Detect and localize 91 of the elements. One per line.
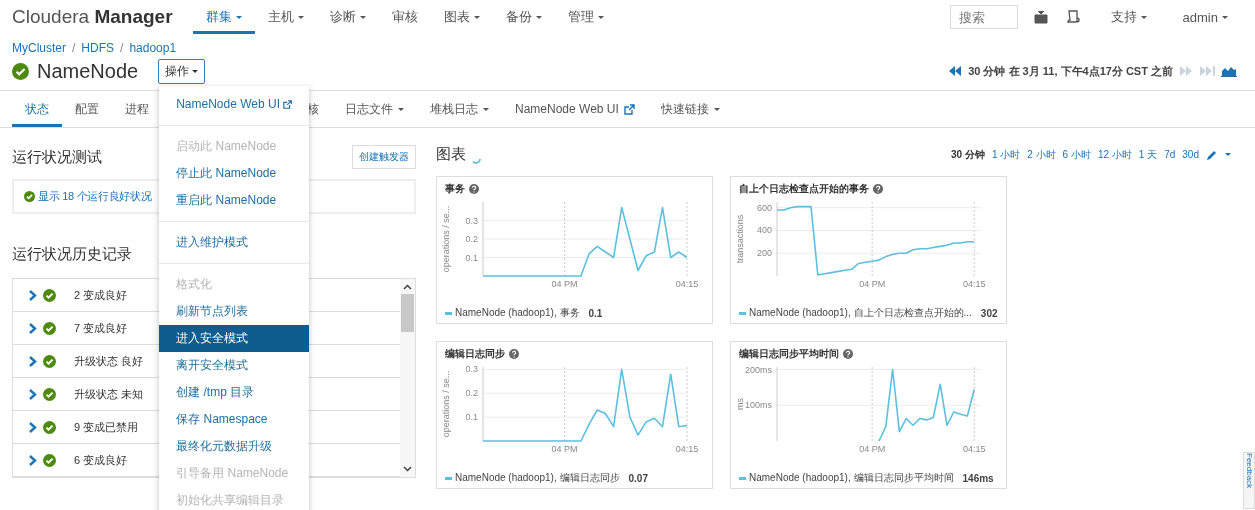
menu-item[interactable]: 保存 Namespace [159, 405, 310, 433]
section-heading: 图表 [436, 145, 466, 164]
breadcrumb-link[interactable]: hadoop1 [129, 41, 177, 56]
time-range-link[interactable]: 1 小时 [991, 147, 1021, 162]
time-range-link[interactable]: 2 小时 [1027, 147, 1056, 162]
create-trigger-button[interactable]: 创建触发器 [352, 145, 416, 169]
section-heading: 运行状况历史记录 [12, 245, 133, 264]
chart-title: 编辑日志同步 [445, 346, 505, 361]
y-axis-label: transactions [735, 214, 745, 264]
y-axis-label: operations / se... [441, 370, 451, 438]
legend-value: 302 [980, 307, 998, 319]
history-entry: 升级状态 良好 [74, 353, 144, 369]
y-tick-label: 600 [756, 202, 772, 213]
x-tick-label: 04:15 [675, 444, 699, 454]
legend-value: 0.1 [588, 307, 603, 319]
y-tick-label: 200ms [745, 364, 772, 375]
app-logo[interactable]: Cloudera Manager [12, 0, 173, 34]
time-range-link[interactable]: 7d [1164, 149, 1176, 160]
nav-menu-item[interactable]: 备份 [492, 0, 555, 34]
time-range-link[interactable]: 30d [1182, 149, 1199, 160]
time-range-link[interactable]: 6 小时 [1062, 147, 1091, 162]
legend-label: NameNode (hadoop1), 编辑日志同步平均时间 [749, 471, 954, 485]
user-menu-button[interactable]: 支持 [1097, 5, 1160, 29]
time-range-link[interactable]: 12 小时 [1097, 147, 1132, 162]
x-tick-label: 04 PM [859, 279, 886, 289]
y-tick-label: 200 [756, 248, 772, 259]
history-entry: 9 变成已禁用 [74, 419, 139, 435]
breadcrumb-separator: / [72, 41, 76, 56]
menu-item[interactable]: 最终化元数据升级 [159, 432, 310, 460]
breadcrumb-link[interactable]: HDFS [81, 41, 115, 56]
menu-item[interactable]: 刷新节点列表 [159, 297, 310, 325]
x-tick-label: 04:15 [962, 444, 986, 454]
nav-menu-item[interactable]: 诊断 [316, 0, 379, 34]
page-title: NameNode [37, 59, 139, 83]
legend-value: 146ms [962, 472, 994, 484]
x-tick-label: 04 PM [551, 444, 578, 454]
time-range-link[interactable]: 1 天 [1138, 147, 1158, 162]
y-axis-label: operations / se... [441, 205, 451, 273]
breadcrumb-link[interactable]: MyCluster [12, 41, 66, 56]
tab[interactable]: 进程 [112, 91, 162, 127]
y-tick-label: 400 [756, 225, 772, 236]
section-heading: 运行状况测试 [12, 147, 102, 167]
tab[interactable]: 日志文件 [332, 91, 417, 127]
chart-title: 自上个日志检查点开始的事务 [739, 181, 869, 196]
y-tick-label: 0.2 [465, 234, 478, 244]
legend-value: 0.07 [628, 472, 648, 484]
history-entry: 2 变成良好 [74, 287, 128, 303]
tab[interactable]: 配置 [62, 91, 112, 127]
y-tick-label: 0.2 [465, 388, 478, 399]
legend-label: NameNode (hadoop1), 自上个日志检查点开始的... [749, 306, 972, 320]
x-tick-label: 04:15 [675, 279, 699, 289]
chart-title: 编辑日志同步平均时间 [739, 346, 839, 361]
menu-item[interactable]: NameNode Web UI [159, 90, 310, 118]
x-tick-label: 04:15 [962, 279, 986, 289]
nav-menu-item[interactable]: 图表 [430, 0, 493, 34]
history-entry: 6 变成良好 [74, 452, 128, 468]
x-tick-label: 04 PM [551, 279, 578, 289]
chart-title: 事务 [445, 181, 465, 196]
time-range-text: 30 分钟 在 3月 11, 下午4点17分 CST 之前 [968, 63, 1173, 79]
x-tick-label: 04 PM [859, 444, 886, 454]
menu-item[interactable]: 进入安全模式 [159, 324, 310, 352]
breadcrumb-separator: / [120, 41, 124, 56]
y-tick-label: 0.1 [465, 252, 478, 263]
history-entry: 7 变成良好 [74, 320, 128, 336]
nav-menu-item[interactable]: 审核 [378, 0, 431, 34]
menu-item[interactable]: 停止此 NameNode [159, 159, 310, 187]
health-summary-link[interactable]: 显示 18 个运行良好状况 [38, 189, 152, 204]
feedback-tab[interactable]: Feedback [1243, 452, 1255, 509]
menu-item[interactable]: 重启此 NameNode [159, 186, 310, 214]
legend-label: NameNode (hadoop1), 事务 [455, 306, 580, 320]
y-tick-label: 0.1 [465, 412, 478, 423]
y-tick-label: 0.3 [465, 364, 478, 375]
y-tick-label: 100ms [745, 400, 772, 411]
menu-item[interactable]: 进入维护模式 [159, 228, 310, 256]
legend-label: NameNode (hadoop1), 编辑日志同步 [455, 471, 620, 485]
history-entry: 升级状态 未知 [74, 386, 144, 402]
y-tick-label: 0.3 [465, 215, 478, 226]
user-menu-button[interactable]: admin [1169, 6, 1241, 28]
menu-item[interactable]: 创建 /tmp 目录 [159, 378, 310, 406]
nav-menu-item[interactable]: 群集 [192, 0, 255, 34]
nav-menu-item[interactable]: 管理 [554, 0, 617, 34]
actions-button[interactable]: 操作 [158, 58, 206, 84]
search-field[interactable]: 搜索 [949, 5, 1018, 29]
nav-menu-item[interactable]: 主机 [254, 0, 317, 34]
tab[interactable]: 快速链接 [647, 91, 733, 127]
time-range-link[interactable]: 30 分钟 [951, 147, 985, 162]
menu-item[interactable]: 离开安全模式 [159, 351, 310, 379]
tab[interactable]: 状态 [12, 91, 62, 127]
tab[interactable]: NameNode Web UI [502, 91, 648, 127]
y-axis-label: ms [735, 398, 745, 410]
tab[interactable]: 堆栈日志 [417, 91, 502, 127]
